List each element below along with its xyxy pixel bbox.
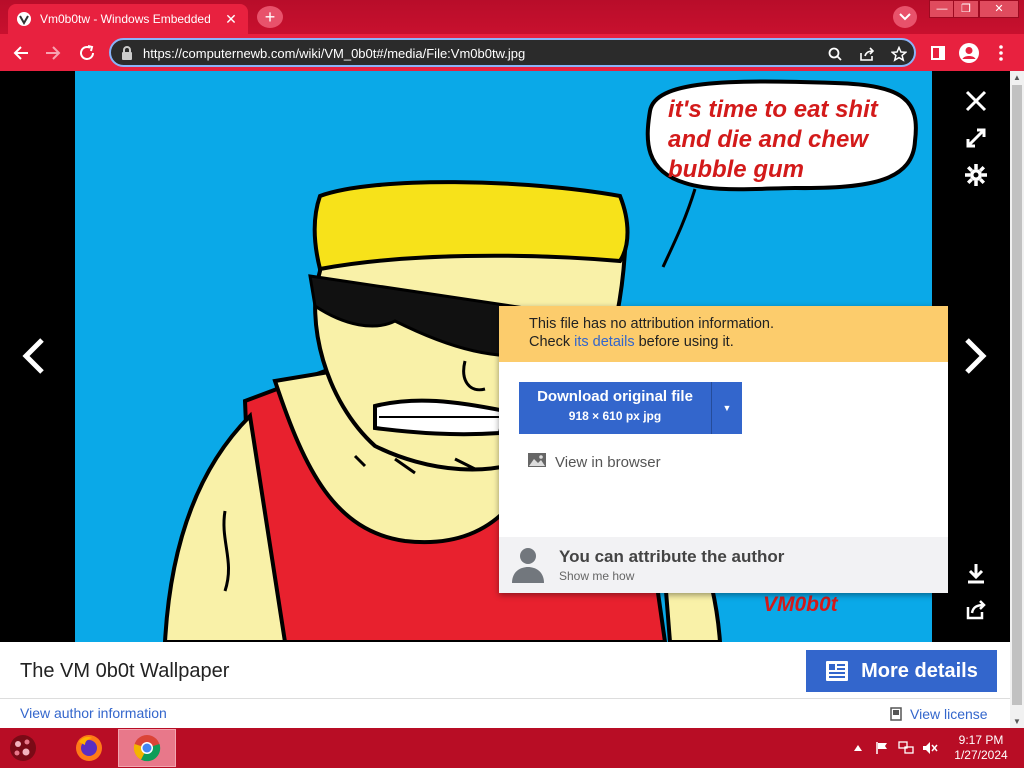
share-icon bbox=[966, 600, 986, 620]
volume-muted-icon[interactable] bbox=[922, 740, 938, 756]
tab-bar: Vm0b0tw - Windows Embedded ✕ + — ❐ ✕ bbox=[0, 0, 1024, 34]
restore-button[interactable]: ❐ bbox=[953, 0, 979, 18]
reload-icon bbox=[80, 45, 94, 60]
forward-button[interactable] bbox=[41, 41, 65, 65]
search-icon[interactable] bbox=[825, 44, 845, 64]
url-text: https://computernewb.com/wiki/VM_0b0t#/m… bbox=[143, 46, 526, 61]
gear-icon bbox=[965, 164, 987, 186]
side-panel-icon bbox=[931, 46, 945, 60]
browser-tab[interactable]: Vm0b0tw - Windows Embedded ✕ bbox=[8, 4, 248, 34]
menu-button[interactable] bbox=[989, 41, 1013, 65]
browser-toolbar: https://computernewb.com/wiki/VM_0b0t#/m… bbox=[0, 34, 1024, 71]
share-icon[interactable] bbox=[857, 44, 877, 64]
view-author-link[interactable]: View author information bbox=[20, 705, 167, 721]
download-popup: This file has no attribution information… bbox=[499, 306, 948, 593]
firefox-icon bbox=[76, 735, 102, 761]
attribution-warning: This file has no attribution information… bbox=[499, 306, 948, 362]
file-title: The VM 0b0t Wallpaper bbox=[20, 660, 230, 682]
page-scrollbar[interactable]: ▲ ▼ bbox=[1010, 71, 1024, 728]
divider bbox=[0, 698, 1010, 699]
its-details-link[interactable]: its details bbox=[574, 334, 634, 350]
image-signature: VM0b0t bbox=[763, 593, 838, 616]
lock-icon bbox=[121, 46, 133, 65]
scroll-up-icon[interactable]: ▲ bbox=[1013, 73, 1021, 82]
speech-bubble-text: it's time to eat shit and die and chew b… bbox=[668, 96, 878, 183]
wiki-favicon-icon bbox=[16, 11, 32, 27]
clock-time: 9:17 PM bbox=[958, 733, 1004, 747]
tab-title: Vm0b0tw - Windows Embedded bbox=[40, 12, 211, 26]
close-viewer-button[interactable] bbox=[962, 87, 990, 115]
next-image-button[interactable] bbox=[961, 336, 991, 376]
previous-image-button[interactable] bbox=[18, 336, 48, 376]
avatar-icon bbox=[959, 43, 979, 63]
close-window-button[interactable]: ✕ bbox=[979, 0, 1019, 18]
minimize-button[interactable]: — bbox=[929, 0, 955, 18]
file-info-panel: The VM 0b0t Wallpaper More details View … bbox=[0, 642, 1010, 728]
media-viewer: it's time to eat shit and die and chew b… bbox=[0, 71, 1010, 642]
image-icon bbox=[527, 452, 547, 472]
license-icon bbox=[890, 707, 902, 721]
expand-icon bbox=[966, 128, 986, 148]
tab-search-button[interactable] bbox=[893, 6, 917, 28]
back-arrow-icon bbox=[13, 46, 28, 60]
tray-expand-icon[interactable] bbox=[850, 740, 866, 756]
bookmark-star-icon[interactable] bbox=[889, 44, 909, 64]
warning-check-text: Check bbox=[529, 334, 575, 350]
warning-line-2: Check its details before using it. bbox=[529, 333, 918, 351]
warning-line-1: This file has no attribution information… bbox=[529, 316, 775, 332]
chevron-left-icon bbox=[22, 338, 44, 374]
address-bar[interactable]: https://computernewb.com/wiki/VM_0b0t#/m… bbox=[109, 38, 916, 67]
clock-date: 1/27/2024 bbox=[954, 748, 1008, 762]
network-icon[interactable] bbox=[898, 740, 914, 756]
taskbar-clock[interactable]: 9:17 PM 1/27/2024 bbox=[948, 733, 1014, 763]
article-icon bbox=[825, 660, 849, 682]
view-in-browser-link[interactable]: View in browser bbox=[527, 452, 661, 472]
start-button[interactable] bbox=[0, 729, 46, 767]
back-button[interactable] bbox=[9, 41, 33, 65]
download-meta: 918 × 610 px jpg bbox=[568, 409, 662, 423]
scroll-thumb[interactable] bbox=[1012, 85, 1022, 705]
new-tab-button[interactable]: + bbox=[257, 6, 283, 28]
start-orb-icon bbox=[10, 735, 36, 761]
more-details-button[interactable]: More details bbox=[806, 650, 997, 692]
view-in-browser-label: View in browser bbox=[555, 453, 661, 471]
reload-button[interactable] bbox=[75, 41, 99, 65]
tab-close-icon[interactable]: ✕ bbox=[222, 11, 240, 28]
show-me-how-link[interactable]: Show me how bbox=[559, 569, 634, 583]
profile-button[interactable] bbox=[957, 41, 981, 65]
kebab-menu-icon bbox=[999, 45, 1003, 61]
taskbar-chrome[interactable] bbox=[118, 729, 176, 767]
attribute-title: You can attribute the author bbox=[559, 547, 785, 566]
close-icon bbox=[965, 90, 987, 112]
scroll-down-icon[interactable]: ▼ bbox=[1013, 717, 1021, 726]
download-side-button[interactable] bbox=[962, 559, 990, 587]
view-license-label: View license bbox=[910, 706, 988, 722]
download-original-button[interactable]: Download original file 918 × 610 px jpg bbox=[519, 382, 711, 434]
more-details-label: More details bbox=[861, 659, 978, 682]
download-icon bbox=[968, 564, 984, 584]
taskbar-firefox[interactable] bbox=[60, 729, 118, 767]
download-label: Download original file bbox=[537, 388, 693, 405]
fullscreen-button[interactable] bbox=[962, 124, 990, 152]
screen: Vm0b0tw - Windows Embedded ✕ + — ❐ ✕ htt… bbox=[0, 0, 1024, 768]
taskbar: 9:17 PM 1/27/2024 bbox=[0, 728, 1024, 768]
share-side-button[interactable] bbox=[962, 596, 990, 624]
action-center-flag-icon[interactable] bbox=[874, 740, 890, 756]
view-license-link[interactable]: View license bbox=[890, 706, 988, 722]
warning-after-text: before using it. bbox=[634, 334, 734, 350]
chevron-down-icon bbox=[899, 13, 911, 21]
download-options-dropdown[interactable]: ▼ bbox=[711, 382, 742, 434]
person-icon bbox=[511, 547, 545, 588]
forward-arrow-icon bbox=[46, 46, 61, 60]
attribute-author-section[interactable]: You can attribute the author Show me how bbox=[499, 537, 948, 593]
chrome-icon bbox=[133, 735, 161, 762]
side-panel-button[interactable] bbox=[926, 41, 950, 65]
chevron-right-icon bbox=[965, 338, 987, 374]
viewer-settings-button[interactable] bbox=[962, 161, 990, 189]
